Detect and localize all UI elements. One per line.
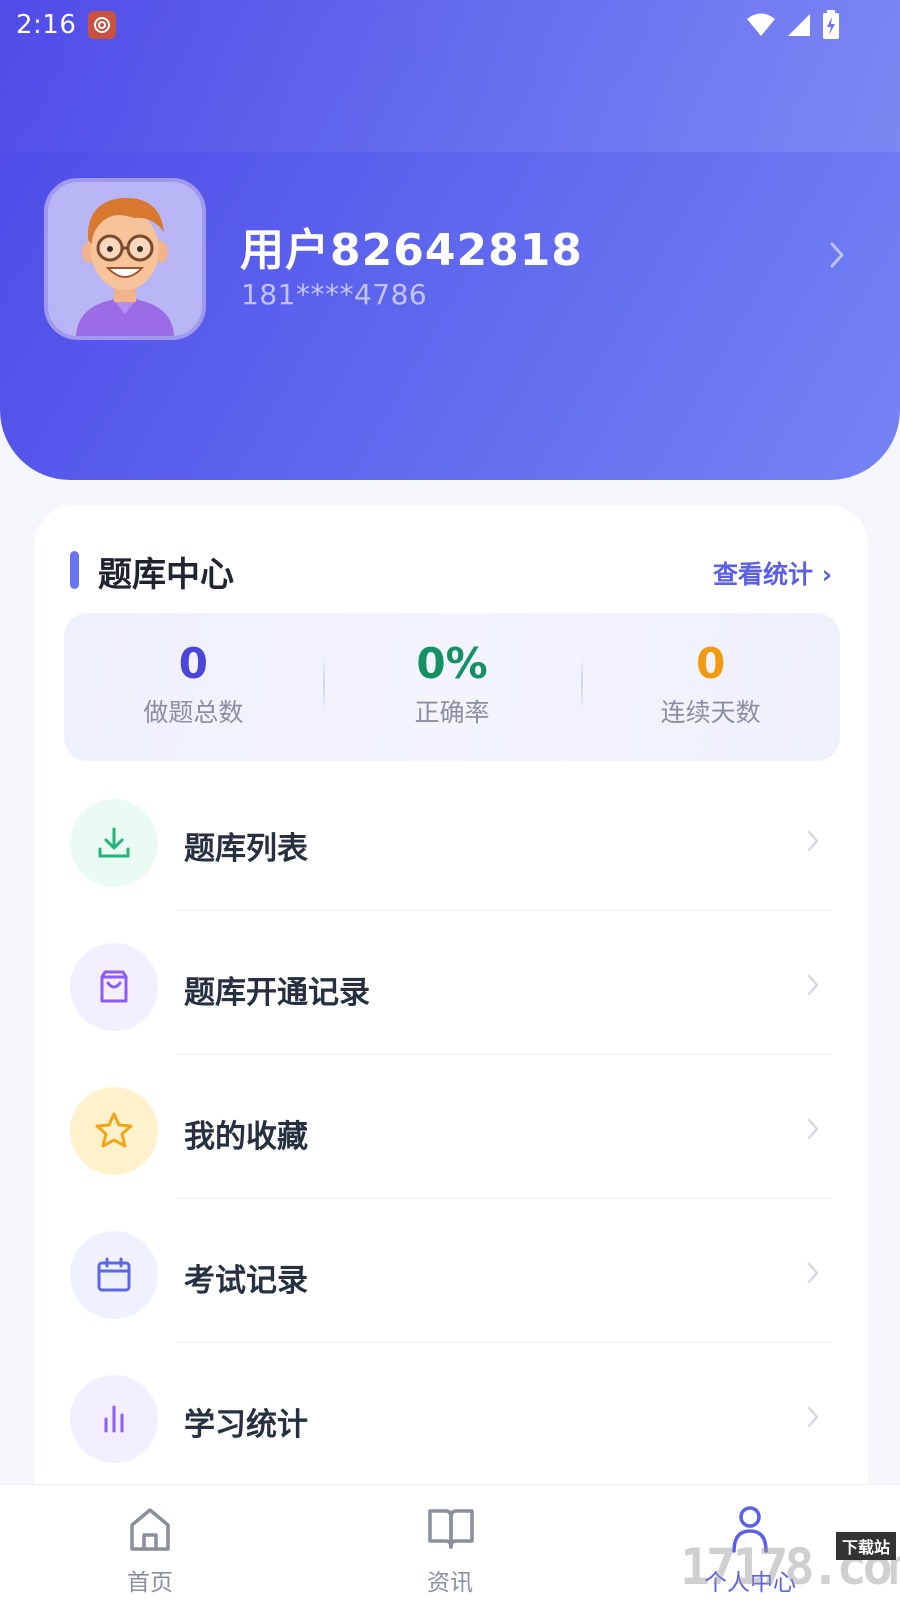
avatar[interactable]	[44, 178, 206, 340]
chevron-right-icon	[807, 974, 819, 996]
watermark-logo: 17178.com 下载站	[680, 1532, 900, 1600]
nav-item-home[interactable]: 首页	[0, 1485, 300, 1600]
bar-chart-icon	[70, 1375, 158, 1463]
stat-value: 0%	[416, 639, 488, 688]
download-icon	[70, 799, 158, 887]
wifi-icon	[747, 13, 775, 36]
menu-label: 题库开通记录	[184, 975, 370, 1011]
home-icon	[130, 1508, 170, 1551]
calendar-icon	[70, 1231, 158, 1319]
chevron-right-icon	[807, 1118, 819, 1140]
star-icon	[70, 1087, 158, 1175]
menu-item-question-list[interactable]: 题库列表	[70, 767, 832, 911]
chevron-right-icon[interactable]	[828, 240, 846, 270]
stat-accuracy: 0% 正确率	[322, 613, 582, 761]
chevron-right-icon	[807, 830, 819, 852]
status-icons	[746, 10, 840, 40]
menu-label: 学习统计	[184, 1407, 308, 1443]
menu-item-study-stats[interactable]: 学习统计	[70, 1343, 832, 1487]
stats-panel: 0 做题总数 0% 正确率 0 连续天数	[64, 613, 840, 761]
profile-header: 2:16 用户82642818 181****4786	[0, 0, 900, 480]
chevron-right-icon	[807, 1262, 819, 1284]
menu-label: 题库列表	[184, 831, 308, 867]
stat-label: 连续天数	[660, 698, 761, 728]
view-stats-link[interactable]: 查看统计 ›	[713, 555, 832, 591]
stat-label: 做题总数	[143, 698, 244, 728]
section-header: 题库中心 查看统计 ›	[70, 547, 832, 595]
nav-label: 首页	[127, 1570, 173, 1596]
phone-number: 181****4786	[241, 278, 428, 311]
username: 用户82642818	[240, 225, 583, 276]
battery-charging-icon	[823, 10, 839, 39]
menu-item-exam-records[interactable]: 考试记录	[70, 1199, 832, 1343]
menu-item-favorites[interactable]: 我的收藏	[70, 1055, 832, 1199]
status-bar: 2:16	[0, 0, 900, 50]
watermark-badge: 下载站	[835, 1532, 896, 1560]
book-icon	[428, 1509, 474, 1549]
notification-app-icon	[88, 11, 117, 39]
menu-item-activation-records[interactable]: 题库开通记录	[70, 911, 832, 1055]
nav-label: 资讯	[427, 1570, 473, 1596]
section-accent-bar	[70, 551, 79, 589]
stat-total-questions: 0 做题总数	[64, 613, 323, 761]
stat-value: 0	[696, 639, 726, 688]
menu-label: 考试记录	[184, 1263, 308, 1299]
menu-list: 题库列表 题库开通记录 我的收藏 考试记录 学习统计	[70, 767, 832, 1487]
menu-label: 我的收藏	[184, 1119, 308, 1155]
section-title: 题库中心	[98, 555, 234, 595]
status-time: 2:16	[16, 10, 77, 40]
profile-card[interactable]: 用户82642818 181****4786	[44, 178, 864, 342]
stat-value: 0	[178, 639, 208, 688]
cellular-signal-icon	[788, 14, 810, 36]
question-bank-card: 题库中心 查看统计 › 0 做题总数 0% 正确率 0 连续天数 题库列表 题库…	[34, 505, 868, 1600]
stat-streak-days: 0 连续天数	[581, 613, 840, 761]
nav-item-news[interactable]: 资讯	[300, 1485, 600, 1600]
chevron-right-icon	[807, 1406, 819, 1428]
stat-label: 正确率	[414, 698, 490, 728]
shopping-bag-icon	[70, 943, 158, 1031]
